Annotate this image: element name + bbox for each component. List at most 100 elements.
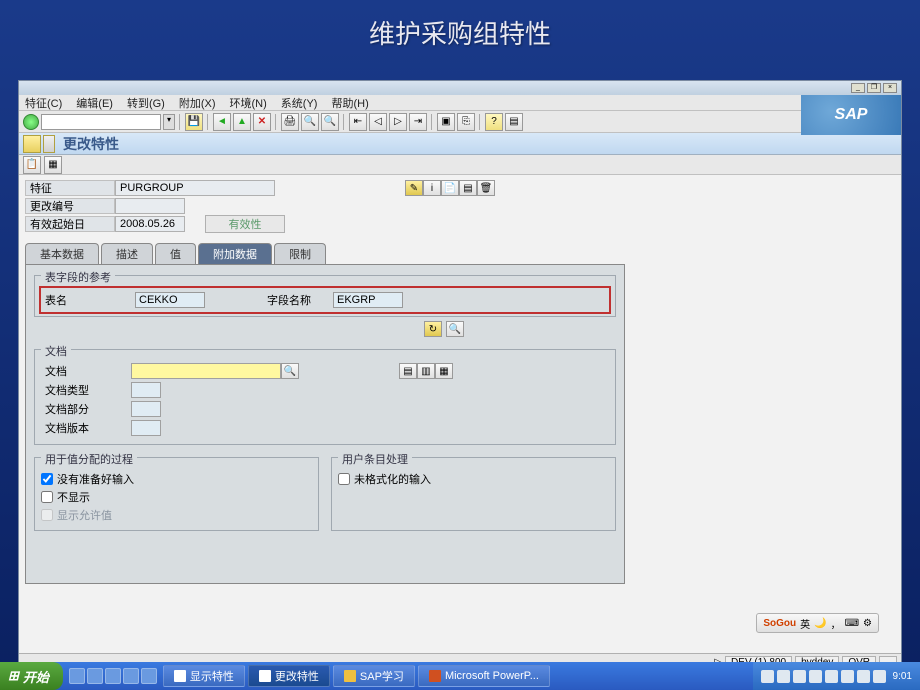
- menu-goto[interactable]: 转到(G): [127, 95, 165, 111]
- restore-icon[interactable]: ❐: [867, 83, 881, 93]
- ql-icon-4[interactable]: [123, 668, 139, 684]
- list-icon[interactable]: ▤: [459, 180, 477, 196]
- doc-nav3-icon[interactable]: ▦: [435, 363, 453, 379]
- doc-type-input[interactable]: [131, 382, 161, 398]
- chk-not-ready-label: 没有准备好输入: [57, 471, 134, 487]
- ime-toolbar[interactable]: SoGou 英 🌙 ， ⌨ ⚙: [756, 613, 879, 633]
- find-icon[interactable]: 🔍: [301, 113, 319, 131]
- task-change-char[interactable]: 更改特性: [248, 665, 330, 687]
- chk-not-ready-input[interactable]: 没有准备好输入: [41, 470, 312, 488]
- windows-taskbar: ⊞ 开始 显示特性 更改特性 SAP学习 Microsoft PowerP...…: [0, 662, 920, 690]
- menu-environment[interactable]: 环境(N): [230, 95, 267, 111]
- overview-icon[interactable]: ▦: [44, 156, 62, 174]
- tray-icon-1[interactable]: [761, 670, 774, 683]
- ime-keyboard-icon[interactable]: ⌨: [845, 618, 859, 629]
- start-button[interactable]: ⊞ 开始: [0, 662, 63, 690]
- shortcut-icon[interactable]: ⎘: [457, 113, 475, 131]
- display-change-toggle-icon[interactable]: [23, 135, 41, 153]
- chk-not-ready-box[interactable]: [41, 473, 53, 485]
- close-icon[interactable]: ×: [883, 83, 897, 93]
- minimize-icon[interactable]: _: [851, 83, 865, 93]
- change-number-value[interactable]: [115, 198, 185, 214]
- tray-icon-3[interactable]: [793, 670, 806, 683]
- task-display-char[interactable]: 显示特性: [163, 665, 245, 687]
- document-label: 文档: [41, 363, 131, 379]
- tab-description[interactable]: 描述: [101, 243, 153, 264]
- tray-icon-5[interactable]: [825, 670, 838, 683]
- ime-comma-icon[interactable]: ，: [831, 616, 841, 631]
- prev-page-icon[interactable]: ◁: [369, 113, 387, 131]
- tab-additional-data[interactable]: 附加数据: [198, 243, 272, 264]
- table-name-input[interactable]: [135, 292, 205, 308]
- chk-show-allowed-box: [41, 509, 53, 521]
- field-name-input[interactable]: [333, 292, 403, 308]
- task-powerpoint[interactable]: Microsoft PowerP...: [418, 665, 550, 687]
- find-next-icon[interactable]: 🔍: [321, 113, 339, 131]
- group-document: 文档 文档 🔍 ▤ ▥ ▦ 文档类型: [34, 349, 616, 445]
- menu-extras[interactable]: 附加(X): [179, 95, 216, 111]
- exit-icon[interactable]: ▲: [233, 113, 251, 131]
- menu-characteristic[interactable]: 特征(C): [25, 95, 62, 111]
- command-dropdown-icon[interactable]: ▾: [163, 114, 175, 130]
- first-page-icon[interactable]: ⇤: [349, 113, 367, 131]
- tray-icon-4[interactable]: [809, 670, 822, 683]
- doc-nav2-icon[interactable]: ▥: [417, 363, 435, 379]
- copy-icon[interactable]: 📄: [441, 180, 459, 196]
- tab-basic-data[interactable]: 基本数据: [25, 243, 99, 264]
- chk-no-display[interactable]: 不显示: [41, 488, 312, 506]
- ql-icon-1[interactable]: [69, 668, 85, 684]
- group-user-entry: 用户条目处理 未格式化的输入: [331, 457, 616, 531]
- enter-icon[interactable]: [23, 114, 39, 130]
- doc-nav1-icon[interactable]: ▤: [399, 363, 417, 379]
- validity-button[interactable]: 有效性: [205, 215, 285, 233]
- dropdown-icon[interactable]: [43, 135, 55, 153]
- ime-moon-icon[interactable]: 🌙: [814, 618, 826, 629]
- tab-values[interactable]: 值: [155, 243, 196, 264]
- search-help-icon[interactable]: 🔍: [446, 321, 464, 337]
- tab-restrictions[interactable]: 限制: [274, 243, 326, 264]
- ql-icon-3[interactable]: [105, 668, 121, 684]
- doc-type-label: 文档类型: [41, 382, 131, 398]
- chk-no-display-box[interactable]: [41, 491, 53, 503]
- next-page-icon[interactable]: ▷: [389, 113, 407, 131]
- valid-from-value[interactable]: 2008.05.26: [115, 216, 185, 232]
- copy-from-icon[interactable]: 📋: [23, 156, 41, 174]
- doc-version-input[interactable]: [131, 420, 161, 436]
- tray-icon-8[interactable]: [873, 670, 886, 683]
- ql-icon-2[interactable]: [87, 668, 103, 684]
- tray-icon-6[interactable]: [841, 670, 854, 683]
- tray-icon-7[interactable]: [857, 670, 870, 683]
- characteristic-value[interactable]: PURGROUP: [115, 180, 275, 196]
- cancel-icon[interactable]: ✕: [253, 113, 271, 131]
- back-icon[interactable]: ◄: [213, 113, 231, 131]
- chk-unformatted[interactable]: 未格式化的输入: [338, 470, 609, 488]
- tray-icon-2[interactable]: [777, 670, 790, 683]
- start-label: 开始: [23, 667, 49, 686]
- sap-logo-area: SAP: [801, 95, 901, 135]
- chk-unformatted-box[interactable]: [338, 473, 350, 485]
- task-sap-study[interactable]: SAP学习: [333, 665, 415, 687]
- new-session-icon[interactable]: ▣: [437, 113, 455, 131]
- ql-icon-5[interactable]: [141, 668, 157, 684]
- clock[interactable]: 9:01: [893, 671, 912, 682]
- ime-mode[interactable]: 英: [800, 616, 810, 631]
- document-input[interactable]: [131, 363, 281, 379]
- layout-icon[interactable]: ▤: [505, 113, 523, 131]
- document-search-icon[interactable]: 🔍: [281, 363, 299, 379]
- ime-settings-icon[interactable]: ⚙: [863, 618, 872, 629]
- delete-icon[interactable]: 🗑: [477, 180, 495, 196]
- info-icon[interactable]: i: [423, 180, 441, 196]
- command-field[interactable]: [41, 114, 161, 130]
- help-icon[interactable]: ?: [485, 113, 503, 131]
- toggle-icon[interactable]: ✎: [405, 180, 423, 196]
- doc-part-input[interactable]: [131, 401, 161, 417]
- slide-title: 维护采购组特性: [0, 0, 920, 59]
- last-page-icon[interactable]: ⇥: [409, 113, 427, 131]
- menu-system[interactable]: 系统(Y): [281, 95, 318, 111]
- print-icon[interactable]: 🖨: [281, 113, 299, 131]
- doc-part-label: 文档部分: [41, 401, 131, 417]
- menu-edit[interactable]: 编辑(E): [76, 95, 113, 111]
- save-icon[interactable]: 💾: [185, 113, 203, 131]
- refresh-icon[interactable]: ↻: [424, 321, 442, 337]
- menu-help[interactable]: 帮助(H): [331, 95, 368, 111]
